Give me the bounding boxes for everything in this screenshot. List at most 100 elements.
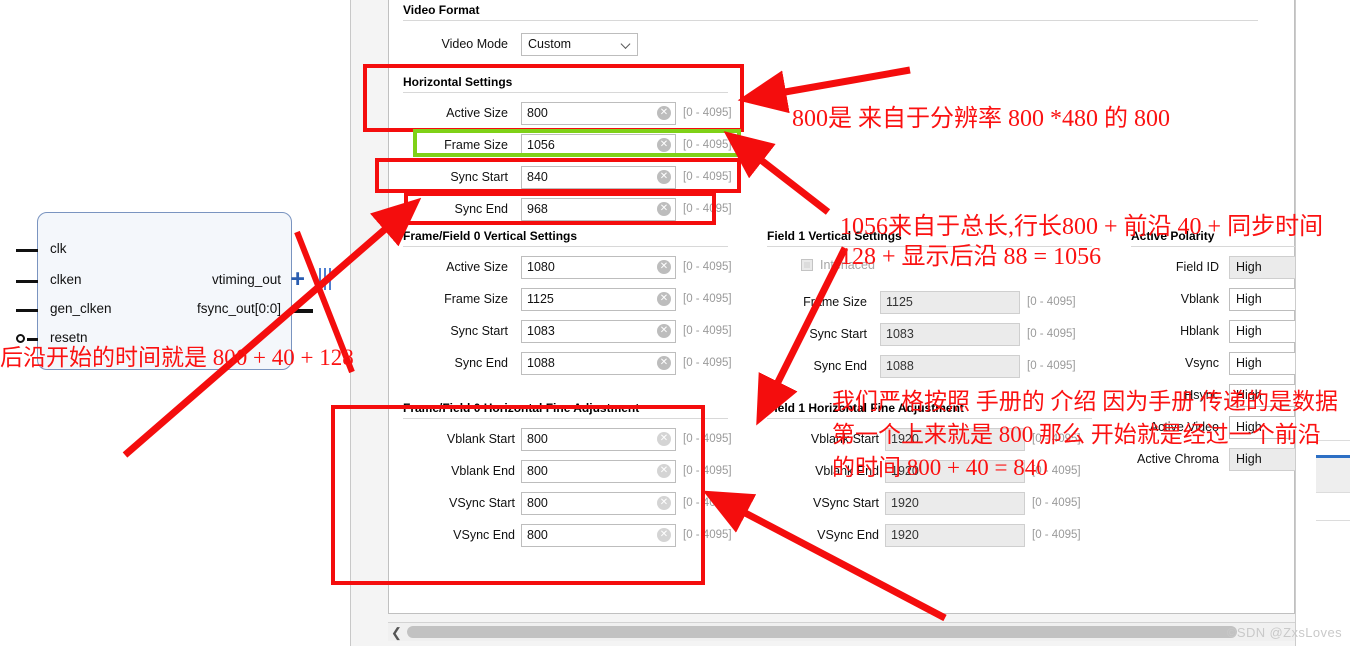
port-label-fsync-out: fsync_out[0:0] [196,301,281,316]
section-frame-field0-vertical: Frame/Field 0 Vertical Settings Active S… [403,229,743,379]
chevron-down-icon [622,40,631,49]
input-hf0-vsync-end-wrap[interactable]: ✕ [521,523,676,547]
label-hf1-vsync-end: VSync End [817,528,879,542]
input-hf1-vblank-end-wrap [885,459,1025,483]
input-v0-sync-start[interactable] [522,324,675,338]
scroll-left-arrow-icon[interactable]: ❮ [388,624,405,641]
label-h-active-size: Active Size [446,106,508,120]
label-pol-hblank: Hblank [1180,324,1219,338]
panel-divider [1316,440,1350,441]
clear-icon[interactable]: ✕ [657,106,671,120]
range-hf0-vblank-end: [0 - 4095] [683,465,732,477]
range-v0-sync-start: [0 - 4095] [683,325,732,337]
input-v1-sync-start-wrap [880,322,1020,346]
input-hf0-vblank-start-wrap[interactable]: ✕ [521,427,676,451]
section-title-frame-field0-hfine: Frame/Field 0 Horizontal Fine Adjustment [403,401,640,415]
clear-icon[interactable]: ✕ [657,496,671,510]
range-hf1-vsync-start: [0 - 4095] [1032,497,1081,509]
clear-icon[interactable]: ✕ [657,324,671,338]
block-diagram-pane: clk clken gen_clken resetn vtiming_out +… [0,0,351,646]
input-h-sync-start-wrap[interactable]: ✕ [521,165,676,189]
label-pol-vblank: Vblank [1180,292,1219,306]
input-hf1-vblank-start-wrap [885,427,1025,451]
section-field1-vertical: Field 1 Vertical Settings Interlaced Fra… [767,229,1107,382]
input-hf1-vsync-start [886,496,1024,510]
panel-divider [1316,492,1350,493]
label-hf1-vblank-end: Vblank End [815,464,879,478]
input-hf0-vsync-end[interactable] [522,528,675,542]
input-h-active-size[interactable] [522,106,675,120]
select-video-mode-value: Custom [528,37,572,51]
label-video-mode: Video Mode [441,37,509,51]
input-h-sync-start[interactable] [522,170,675,184]
clear-icon[interactable]: ✕ [657,138,671,152]
label-hf1-vsync-start: VSync Start [813,496,879,510]
label-v0-sync-start: Sync Start [450,324,508,338]
input-v0-sync-end-wrap[interactable]: ✕ [521,351,676,375]
input-v0-sync-end[interactable] [522,356,675,370]
section-title-horizontal-settings: Horizontal Settings [403,75,513,89]
input-hf1-vblank-start [886,432,1024,446]
range-hf0-vsync-start: [0 - 4095] [683,497,732,509]
range-v0-frame-size: [0 - 4095] [683,293,732,305]
port-label-clken: clken [50,272,82,287]
label-pol-active-video: Active Video [1149,420,1219,434]
input-h-sync-end-wrap[interactable]: ✕ [521,197,676,221]
clear-icon[interactable]: ✕ [657,464,671,478]
range-v1-sync-end: [0 - 4095] [1027,360,1076,372]
label-h-frame-size: Frame Size [444,138,508,152]
range-h-sync-start: [0 - 4095] [683,171,732,183]
range-v1-sync-start: [0 - 4095] [1027,328,1076,340]
clear-icon[interactable]: ✕ [657,202,671,216]
input-h-frame-size-wrap[interactable]: ✕ [521,133,676,157]
label-h-sync-start: Sync Start [450,170,508,184]
range-v1-frame-size: [0 - 4095] [1027,296,1076,308]
input-v0-frame-size-wrap[interactable]: ✕ [521,287,676,311]
horizontal-scrollbar[interactable]: ❮ [388,622,1295,641]
clear-icon[interactable]: ✕ [657,170,671,184]
input-hf0-vsync-start-wrap[interactable]: ✕ [521,491,676,515]
panel-divider [1316,520,1350,521]
input-v1-sync-start [881,327,1019,341]
checkbox-interlaced[interactable] [801,259,813,271]
input-hf1-vsync-end-wrap [885,523,1025,547]
range-hf0-vsync-end: [0 - 4095] [683,529,732,541]
input-v0-sync-start-wrap[interactable]: ✕ [521,319,676,343]
range-h-sync-end: [0 - 4095] [683,203,732,215]
bus-expand-plus-icon[interactable]: + [290,267,305,292]
clear-icon[interactable]: ✕ [657,356,671,370]
video-timing-controller-dialog: Video Format Video Mode Custom Horizonta… [351,0,1325,646]
label-pol-vsync: Vsync [1184,356,1219,370]
input-h-active-size-wrap[interactable]: ✕ [521,101,676,125]
select-pol-active-video-value: High [1236,420,1262,434]
input-hf0-vsync-start[interactable] [522,496,675,510]
clear-icon[interactable]: ✕ [657,528,671,542]
input-v0-active-size[interactable] [522,260,675,274]
select-pol-field-id-value: High [1236,260,1262,274]
clear-icon[interactable]: ✕ [657,432,671,446]
input-h-sync-end[interactable] [522,202,675,216]
range-v0-active-size: [0 - 4095] [683,261,732,273]
input-v0-active-size-wrap[interactable]: ✕ [521,255,676,279]
input-v1-frame-size [881,295,1019,309]
clear-icon[interactable]: ✕ [657,292,671,306]
label-v0-sync-end: Sync End [454,356,508,370]
section-video-format: Video Format Video Mode Custom [403,3,1273,60]
select-pol-hblank-value: High [1236,324,1262,338]
section-frame-field0-hfine: Frame/Field 0 Horizontal Fine Adjustment… [403,401,743,551]
input-v0-frame-size[interactable] [522,292,675,306]
input-hf0-vblank-start[interactable] [522,432,675,446]
input-h-frame-size[interactable] [522,138,675,152]
select-video-mode[interactable]: Custom [521,32,638,56]
section-title-video-format: Video Format [403,3,480,17]
input-hf1-vblank-end [886,464,1024,478]
port-label-vtiming-out: vtiming_out [211,272,281,287]
ip-block-symbol[interactable]: clk clken gen_clken resetn vtiming_out +… [16,212,331,370]
input-hf0-vblank-end-wrap[interactable]: ✕ [521,459,676,483]
input-hf0-vblank-end[interactable] [522,464,675,478]
range-hf1-vblank-end: [0 - 4095] [1032,465,1081,477]
label-hf0-vblank-end: Vblank End [451,464,515,478]
scrollbar-thumb[interactable] [407,626,1237,638]
label-interlaced: Interlaced [820,258,875,272]
clear-icon[interactable]: ✕ [657,260,671,274]
